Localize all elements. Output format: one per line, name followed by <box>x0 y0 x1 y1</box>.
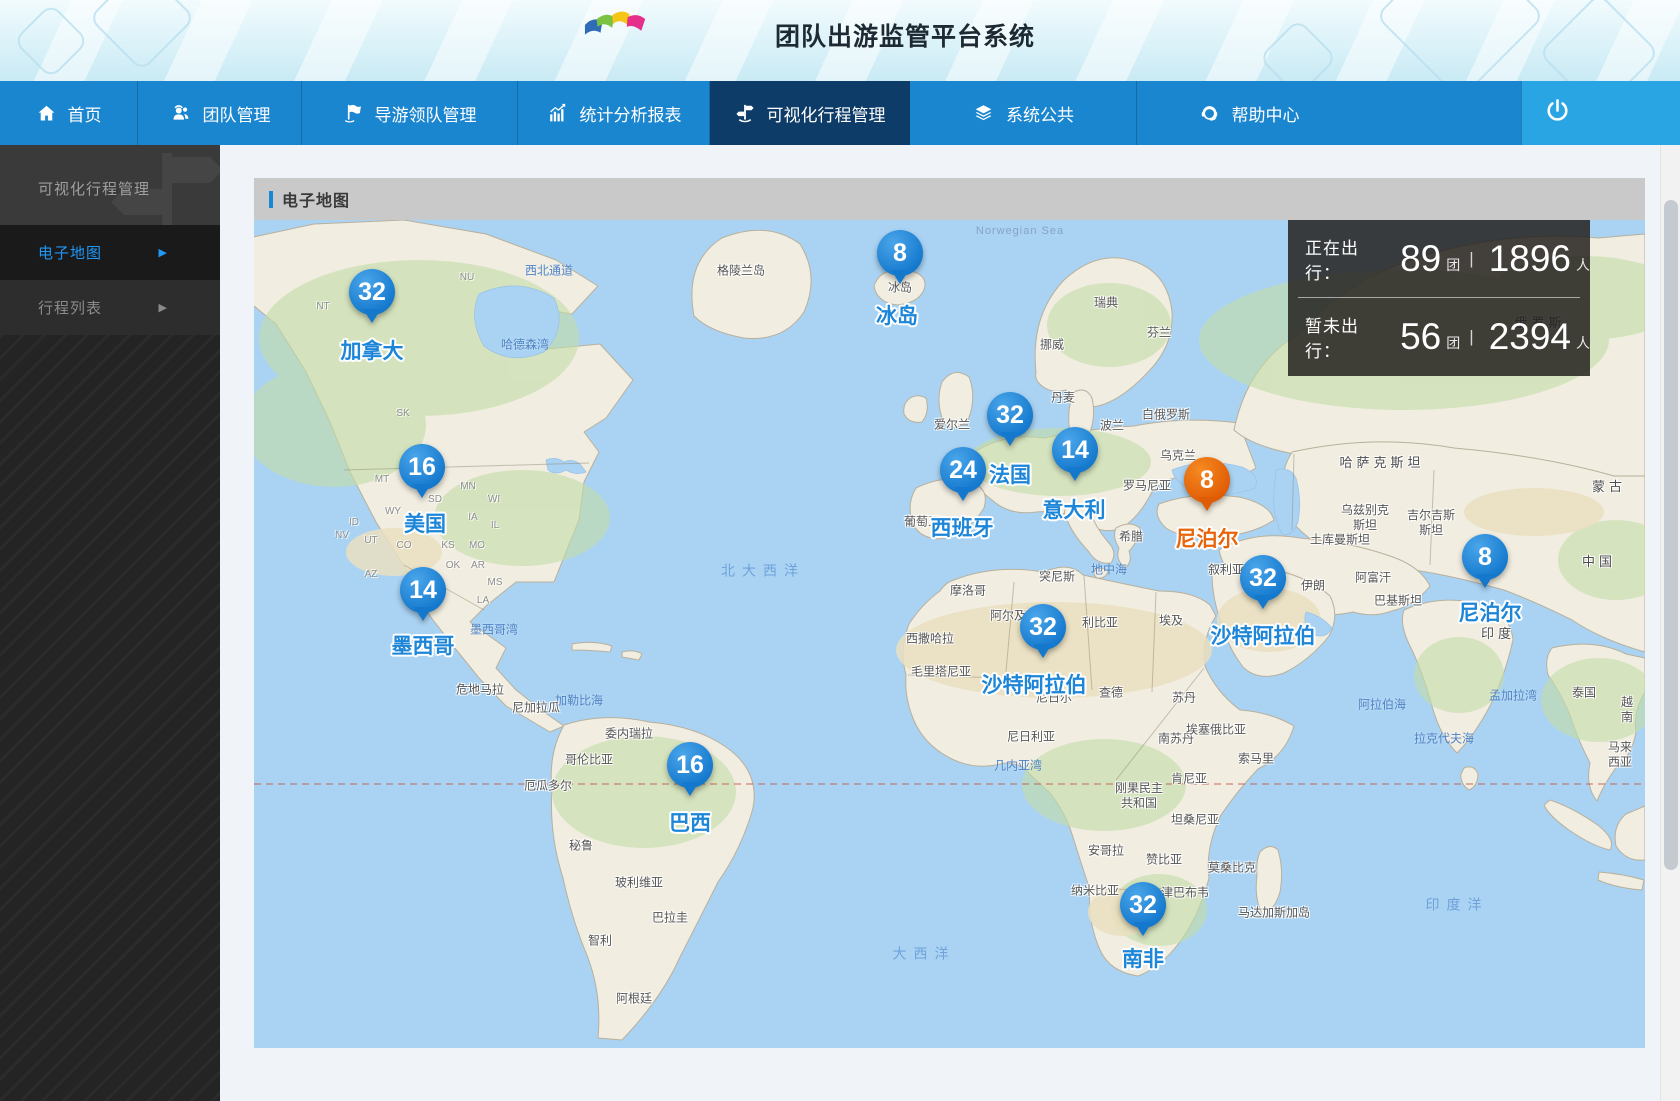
banner-decoration <box>13 3 89 79</box>
map-marker-label-france: 法国 <box>989 459 1031 489</box>
nav-team-management-label: 团队管理 <box>203 101 271 126</box>
nav-team-management[interactable]: 团队管理 <box>138 81 302 145</box>
stats-people-unit: 人 <box>1576 333 1590 353</box>
power-icon <box>1544 97 1571 129</box>
nav-visual-itinerary-management[interactable]: 可视化行程管理 <box>710 81 910 145</box>
stats-row-not-traveling: 暂未出行： 56 团 | 2394 人 <box>1288 298 1590 375</box>
nav-guide-leader-management-label: 导游领队管理 <box>375 101 477 126</box>
banner-decoration <box>1538 0 1660 81</box>
power-icon <box>1544 97 1571 124</box>
top-banner: 团队出游监管平台系统 <box>0 0 1680 81</box>
panel-title: 电子地图 <box>282 187 350 211</box>
map-marker-label-saudi-arabia-west: 沙特阿拉伯 <box>982 669 1087 699</box>
stats-groups-count: 89 <box>1400 238 1441 280</box>
stats-people-count: 1896 <box>1489 238 1571 280</box>
nav-visual-itinerary-management-label: 可视化行程管理 <box>767 101 886 126</box>
sidebar: 可视化行程管理 电子地图 ▶ 行程列表 ▶ <box>0 145 220 1101</box>
headset-icon <box>1198 102 1221 124</box>
nav-spacer <box>1360 81 1521 145</box>
map-marker-label-iceland: 冰岛 <box>876 300 918 330</box>
nav-system-public[interactable]: 系统公共 <box>910 81 1137 145</box>
map-marker-saudi-arabia-west[interactable]: 32 <box>1020 604 1066 650</box>
stats-groups-unit: 团 <box>1446 333 1460 353</box>
trip-stats-overlay: 正在出行： 89 团 | 1896 人 暂未出行： 56 团 | 2394 人 <box>1288 220 1590 376</box>
stats-groups-unit: 团 <box>1446 255 1460 275</box>
map-marker-nepal-west-orange[interactable]: 8 <box>1184 457 1230 503</box>
layers-icon <box>972 103 995 124</box>
stats-people-unit: 人 <box>1576 255 1590 275</box>
chevron-right-icon: ▶ <box>159 246 168 259</box>
nav-statistics-reports-label: 统计分析报表 <box>580 101 682 126</box>
stats-label: 暂未出行： <box>1305 312 1394 362</box>
stats-label: 正在出行： <box>1305 234 1394 284</box>
sidebar-itinerary-list[interactable]: 行程列表 ▶ <box>0 280 220 335</box>
app-title: 团队出游监管平台系统 <box>775 17 1035 53</box>
map-marker-label-canada: 加拿大 <box>341 335 404 365</box>
map-marker-label-saudi-arabia-east: 沙特阿拉伯 <box>1211 620 1316 650</box>
home-icon <box>36 103 57 124</box>
nav-system-public-label: 系统公共 <box>1006 101 1074 126</box>
chart-icon <box>546 103 569 124</box>
nav-statistics-reports[interactable]: 统计分析报表 <box>518 81 710 145</box>
nav-guide-leader-management[interactable]: 导游领队管理 <box>302 81 518 145</box>
map-marker-label-nepal-west-orange: 尼泊尔 <box>1176 523 1239 553</box>
flag-icon <box>343 102 364 124</box>
chevron-right-icon: ▶ <box>159 301 168 314</box>
nav-help-center-label: 帮助中心 <box>1232 101 1300 126</box>
map-marker-italy[interactable]: 14 <box>1052 427 1098 473</box>
logout-button[interactable] <box>1521 81 1680 145</box>
map-marker-nepal-east[interactable]: 8 <box>1462 534 1508 580</box>
panel-header: 电子地图 <box>254 178 1645 220</box>
stats-separator: | <box>1469 249 1473 269</box>
world-map[interactable]: Norwegian Sea格陵兰岛西北通道哈德森湾NUNTSKMTIDWYNVU… <box>254 220 1645 1048</box>
map-marker-brazil[interactable]: 16 <box>667 742 713 788</box>
signpost-icon <box>734 102 756 125</box>
map-marker-label-spain: 西班牙 <box>931 512 994 542</box>
stats-people-count: 2394 <box>1489 316 1571 358</box>
nav-help-center[interactable]: 帮助中心 <box>1137 81 1360 145</box>
map-marker-spain[interactable]: 24 <box>940 447 986 493</box>
map-marker-south-africa[interactable]: 32 <box>1120 882 1166 928</box>
sidebar-itinerary-list-label: 行程列表 <box>38 297 102 318</box>
sidebar-electronic-map[interactable]: 电子地图 ▶ <box>0 225 220 280</box>
content-scrollbar[interactable] <box>1660 145 1680 1101</box>
banner-decoration <box>1375 0 1545 81</box>
panel-accent-bar <box>269 191 273 208</box>
nav-home[interactable]: 首页 <box>0 81 138 145</box>
banner-decoration <box>88 0 195 72</box>
map-panel: 电子地图 <box>254 178 1645 1048</box>
sidebar-section-title: 可视化行程管理 <box>38 178 150 199</box>
stats-groups-count: 56 <box>1400 316 1441 358</box>
map-marker-france[interactable]: 32 <box>987 392 1033 438</box>
map-marker-usa[interactable]: 16 <box>399 444 445 490</box>
scrollbar-thumb[interactable] <box>1664 200 1678 870</box>
map-marker-label-usa: 美国 <box>404 508 446 538</box>
app-logo <box>583 8 651 45</box>
team-icon <box>169 103 192 124</box>
sidebar-electronic-map-label: 电子地图 <box>38 242 102 263</box>
stats-row-traveling: 正在出行： 89 团 | 1896 人 <box>1288 220 1590 297</box>
nav-home-label: 首页 <box>68 101 102 126</box>
map-marker-label-italy: 意大利 <box>1043 494 1106 524</box>
map-marker-label-mexico: 墨西哥 <box>392 630 455 660</box>
map-marker-iceland[interactable]: 8 <box>877 230 923 276</box>
map-marker-label-nepal-east: 尼泊尔 <box>1459 597 1522 627</box>
map-marker-label-south-africa: 南非 <box>1122 943 1164 973</box>
sidebar-background <box>0 335 220 1101</box>
map-marker-saudi-arabia-east[interactable]: 32 <box>1240 555 1286 601</box>
map-marker-mexico[interactable]: 14 <box>400 567 446 613</box>
banner-decoration <box>1258 18 1337 81</box>
map-marker-canada[interactable]: 32 <box>349 269 395 315</box>
sidebar-section-header: 可视化行程管理 <box>0 145 220 225</box>
main-nav: 首页 团队管理 导游领队管理 统计分析报表 可视化行程管理 系统公共 帮助中心 <box>0 81 1680 145</box>
map-marker-label-brazil: 巴西 <box>669 807 711 837</box>
stats-separator: | <box>1469 327 1473 347</box>
